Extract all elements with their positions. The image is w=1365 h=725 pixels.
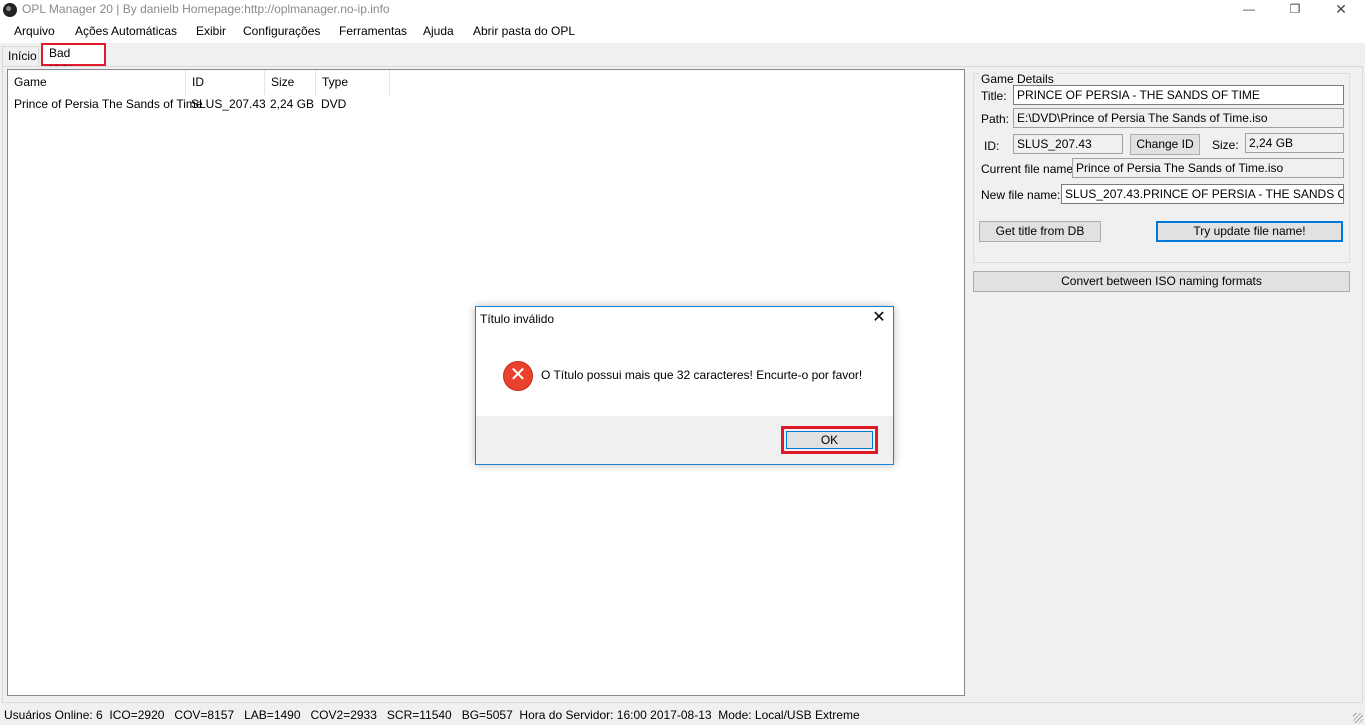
size-label: Size: bbox=[1212, 138, 1239, 152]
menu-abrir-pasta-opl[interactable]: Abrir pasta do OPL bbox=[473, 24, 575, 38]
tab-strip: Início Bad ISO's bbox=[0, 43, 1365, 77]
dialog-footer: OK bbox=[476, 416, 893, 464]
id-field[interactable]: SLUS_207.43 bbox=[1013, 134, 1123, 154]
column-header-id[interactable]: ID bbox=[186, 70, 265, 95]
menu-exibir[interactable]: Exibir bbox=[196, 24, 226, 38]
current-file-name-field[interactable]: Prince of Persia The Sands of Time.iso bbox=[1072, 158, 1344, 178]
current-file-name-label: Current file name: bbox=[981, 162, 1077, 176]
tab-inicio[interactable]: Início bbox=[2, 46, 39, 66]
error-icon: ✕ bbox=[503, 361, 533, 391]
convert-naming-formats-button[interactable]: Convert between ISO naming formats bbox=[973, 271, 1350, 292]
get-title-from-db-button[interactable]: Get title from DB bbox=[979, 221, 1101, 242]
menu-ferramentas[interactable]: Ferramentas bbox=[339, 24, 407, 38]
menu-ajuda[interactable]: Ajuda bbox=[423, 24, 454, 38]
status-text: Usuários Online: 6 ICO=2920 COV=8157 LAB… bbox=[4, 708, 860, 722]
disc-icon bbox=[3, 3, 17, 17]
column-header-size[interactable]: Size bbox=[265, 70, 316, 95]
dialog-message: O Título possui mais que 32 caracteres! … bbox=[541, 368, 863, 382]
change-id-button[interactable]: Change ID bbox=[1130, 134, 1200, 155]
new-file-name-field[interactable]: SLUS_207.43.PRINCE OF PERSIA - THE SANDS… bbox=[1061, 184, 1344, 204]
cell-id: SLUS_207.43 bbox=[191, 97, 266, 111]
cell-game: Prince of Persia The Sands of Time bbox=[14, 97, 203, 111]
title-bar: OPL Manager 20 | By danielb Homepage:htt… bbox=[0, 0, 1365, 20]
restore-button[interactable]: ❐ bbox=[1272, 0, 1318, 20]
cell-type: DVD bbox=[321, 97, 347, 111]
cell-size: 2,24 GB bbox=[270, 97, 315, 111]
menu-acoes-automaticas[interactable]: Ações Automáticas bbox=[75, 24, 177, 38]
close-window-button[interactable]: ✕ bbox=[1318, 0, 1364, 20]
ok-button[interactable]: OK bbox=[786, 431, 873, 449]
path-label: Path: bbox=[981, 112, 1010, 126]
column-header-game[interactable]: Game bbox=[8, 70, 186, 95]
try-update-file-name-button[interactable]: Try update file name! bbox=[1156, 221, 1343, 242]
window-title: OPL Manager 20 | By danielb Homepage:htt… bbox=[22, 2, 390, 16]
minimize-button[interactable]: — bbox=[1226, 0, 1272, 20]
title-field[interactable]: PRINCE OF PERSIA - THE SANDS OF TIME bbox=[1013, 85, 1344, 105]
column-header-type[interactable]: Type bbox=[316, 70, 390, 95]
menu-configuracoes[interactable]: Configurações bbox=[243, 24, 320, 38]
new-file-name-label: New file name: bbox=[981, 188, 1061, 202]
menu-bar: Arquivo Ações Automáticas Exibir Configu… bbox=[0, 20, 1365, 43]
size-field[interactable]: 2,24 GB bbox=[1245, 133, 1344, 153]
status-bar: Usuários Online: 6 ICO=2920 COV=8157 LAB… bbox=[0, 705, 1365, 725]
dialog-title: Título inválido bbox=[480, 312, 555, 326]
id-label: ID: bbox=[984, 139, 1000, 153]
tab-bad-isos[interactable]: Bad ISO's bbox=[41, 43, 106, 77]
menu-arquivo[interactable]: Arquivo bbox=[14, 24, 55, 38]
title-label: Title: bbox=[981, 89, 1007, 103]
resize-grip-icon[interactable] bbox=[1353, 713, 1363, 723]
path-field[interactable]: E:\DVD\Prince of Persia The Sands of Tim… bbox=[1013, 108, 1344, 128]
close-icon[interactable]: ✕ bbox=[868, 309, 890, 329]
error-dialog: Título inválido ✕ ✕ O Título possui mais… bbox=[475, 306, 894, 465]
game-details-legend: Game Details bbox=[979, 72, 1056, 86]
